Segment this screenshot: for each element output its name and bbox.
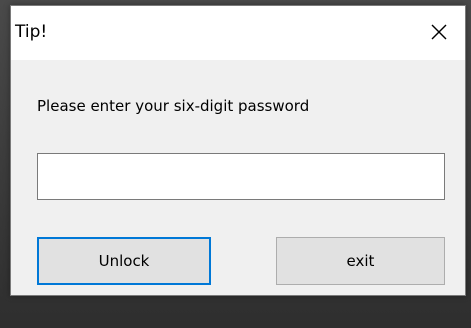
title-bar: Tip!	[11, 6, 465, 60]
password-dialog: Tip! Please enter your six-digit passwor…	[10, 5, 466, 296]
password-input[interactable]	[37, 153, 445, 200]
dialog-title: Tip!	[15, 22, 48, 42]
exit-button[interactable]: exit	[276, 237, 445, 285]
prompt-message: Please enter your six-digit password	[37, 97, 310, 115]
unlock-button[interactable]: Unlock	[37, 237, 211, 285]
close-icon[interactable]	[425, 18, 453, 46]
